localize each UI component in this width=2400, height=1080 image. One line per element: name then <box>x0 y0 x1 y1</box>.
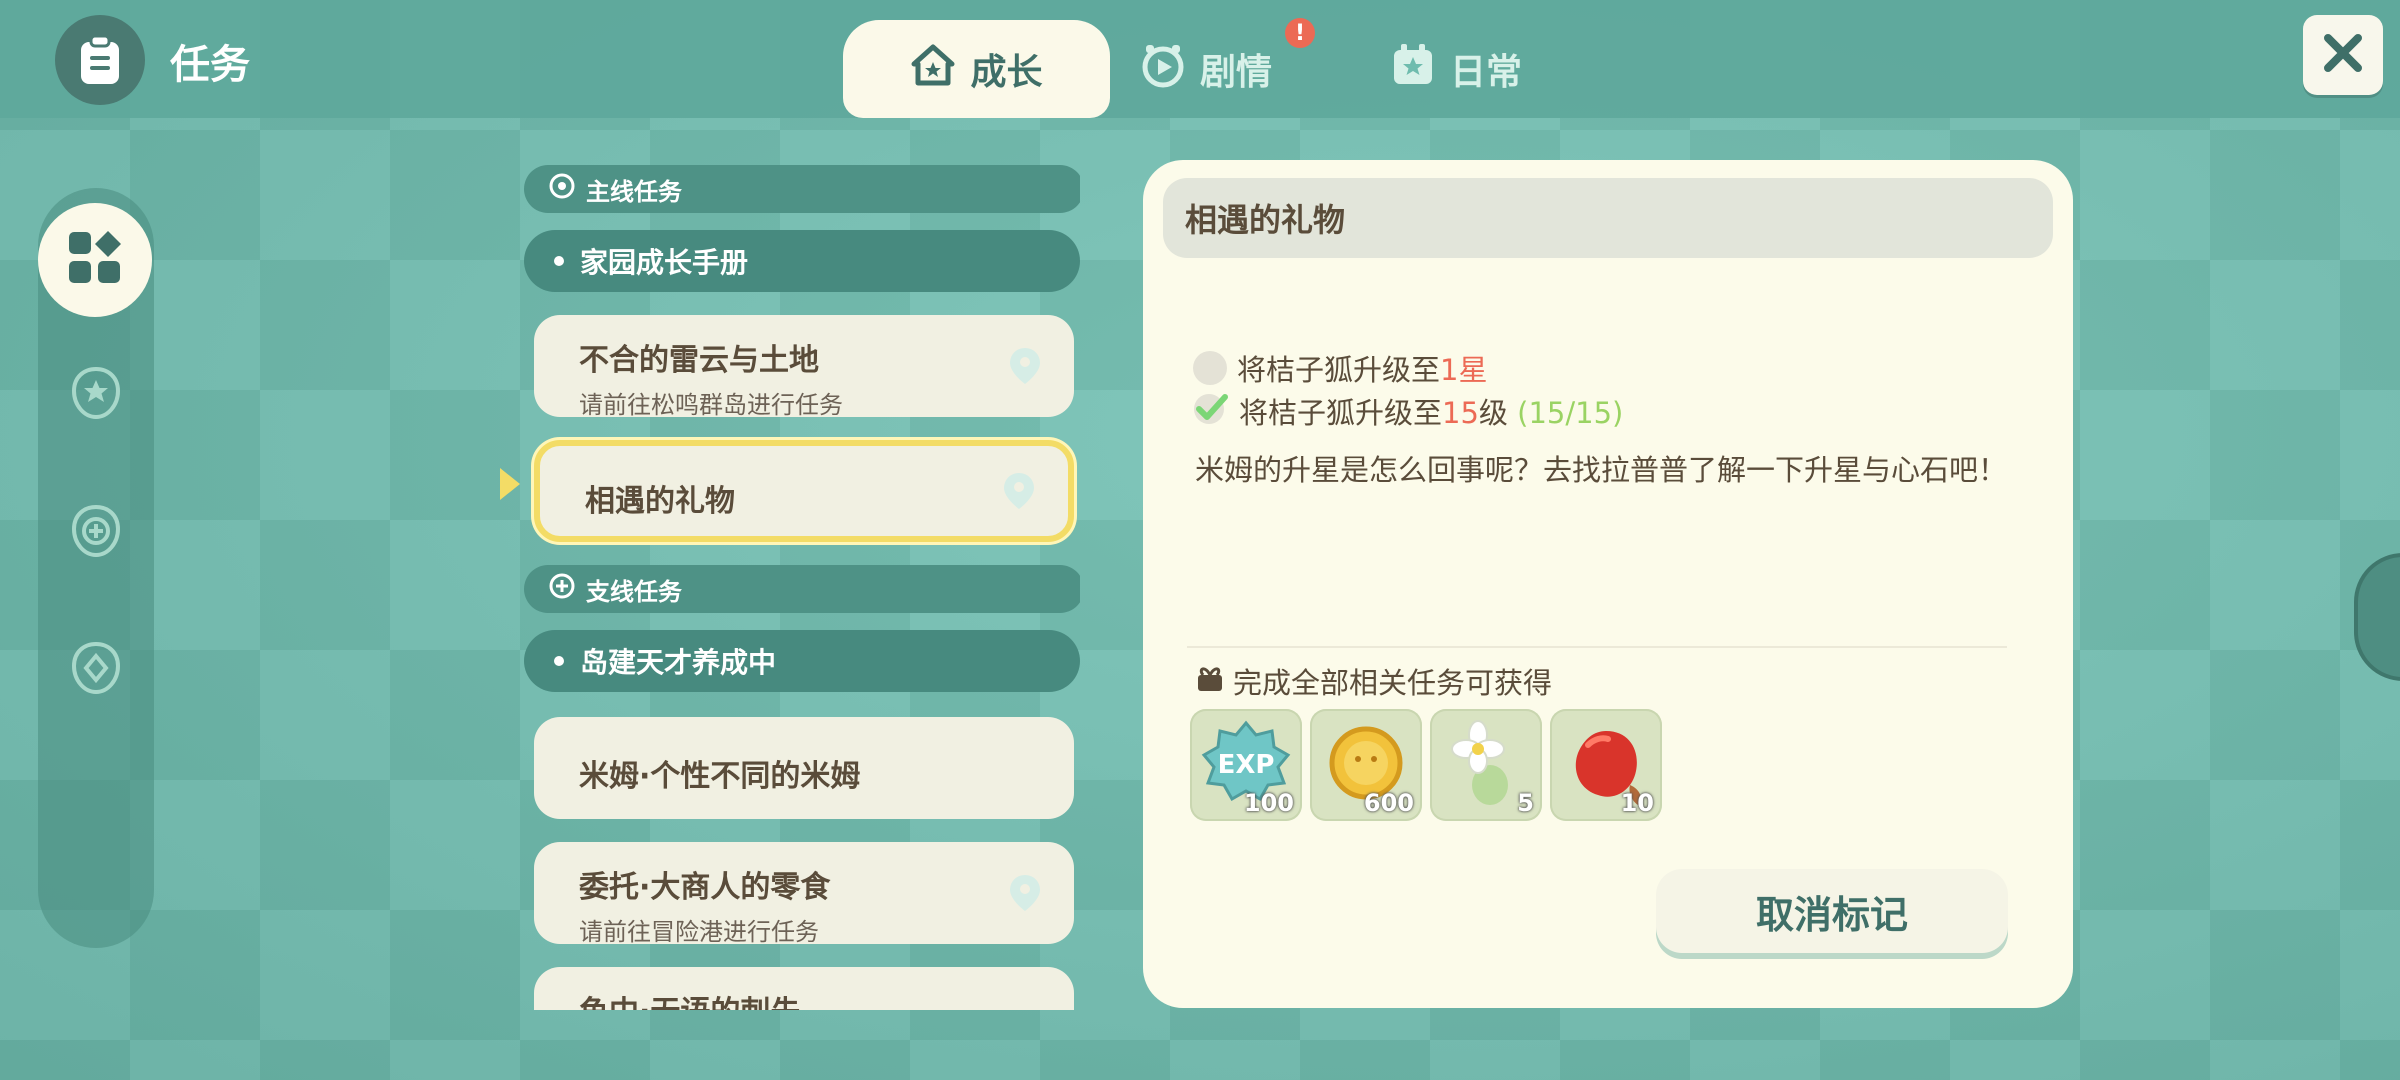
reward-count: 5 <box>1517 789 1534 817</box>
tab-story[interactable]: 剧情 <box>1140 20 1272 118</box>
sidebar-item-diamond[interactable] <box>66 640 126 700</box>
task-card-thunder-land[interactable]: 不合的雷云与土地 请前往松鸣群岛进行任务 <box>534 315 1074 419</box>
tab-daily-label: 日常 <box>1450 52 1523 93</box>
gift-icon <box>1195 663 1225 700</box>
reward-coin[interactable]: 600 <box>1310 709 1422 821</box>
cancel-mark-button[interactable]: 取消标记 <box>1656 869 2008 953</box>
tab-story-label: 剧情 <box>1200 52 1273 93</box>
reward-title-text: 完成全部相关任务可获得 <box>1233 666 1553 700</box>
group-island-genius[interactable]: 岛建天才养成中 <box>524 630 1080 692</box>
group-island-genius-label: 岛建天才养成中 <box>580 646 777 679</box>
task-subtitle: 请前往松鸣群岛进行任务 <box>579 391 843 419</box>
reward-exp[interactable]: EXP 100 <box>1190 709 1302 821</box>
bullet-dot <box>554 656 564 666</box>
task-title: 米姆·个性不同的米姆 <box>579 759 861 794</box>
task-description: 米姆的升星是怎么回事呢？去找拉普普了解一下升星与心石吧！ <box>1195 453 2008 487</box>
reward-flower[interactable]: 5 <box>1430 709 1542 821</box>
location-pin-icon <box>1008 873 1042 913</box>
clipboard-icon <box>55 15 145 105</box>
task-card-encounter-gift[interactable]: 相遇的礼物 <box>534 440 1074 542</box>
group-home-growth[interactable]: 家园成长手册 <box>524 230 1080 292</box>
sidebar-item-star[interactable] <box>66 365 126 425</box>
tab-daily[interactable]: 日常 <box>1390 20 1522 118</box>
task-title: 不合的雷云与土地 <box>579 343 819 378</box>
task-card-mim-personality[interactable]: 米姆·个性不同的米姆 <box>534 717 1074 819</box>
objective-row: 将桔子狐升级至15级 (15/15) <box>1193 390 1623 432</box>
plus-badge-icon <box>68 503 124 563</box>
story-alert-badge: ! <box>1285 18 1315 48</box>
task-title: 委托·大商人的零食 <box>579 870 831 905</box>
objective-row: 将桔子狐升级至1星 <box>1193 347 1487 389</box>
sidebar-item-grid[interactable] <box>38 203 152 317</box>
group-home-growth-label: 家园成长手册 <box>580 246 749 279</box>
grid-icon <box>67 230 123 290</box>
task-card-merchant-snack[interactable]: 委托·大商人的零食 请前往冒险港进行任务 <box>534 842 1074 946</box>
location-pin-icon <box>1002 471 1036 511</box>
objective-text: 将桔子狐升级至 <box>1239 396 1443 430</box>
objective-check-icon <box>1193 391 1229 432</box>
objective-progress: (15/15) <box>1517 396 1624 430</box>
tab-growth-label: 成长 <box>970 52 1043 93</box>
objective-value: 15 <box>1442 396 1479 430</box>
house-icon <box>910 42 956 97</box>
svg-text:EXP: EXP <box>1218 750 1275 780</box>
objective-text: 将桔子狐升级至 <box>1237 353 1441 387</box>
section-side-quests-label: 支线任务 <box>586 577 682 606</box>
reward-title: 完成全部相关任务可获得 <box>1195 660 1552 702</box>
diamond-badge-icon <box>68 640 124 700</box>
reward-count: 100 <box>1243 789 1294 817</box>
section-main-quests-label: 主线任务 <box>586 177 682 206</box>
reward-count: 10 <box>1620 789 1654 817</box>
section-side-quests[interactable]: 支线任务 <box>524 565 1080 613</box>
task-list: 主线任务 家园成长手册 不合的雷云与土地 请前往松鸣群岛进行任务 相遇的礼物 支… <box>520 160 1080 1010</box>
sidebar-item-plus[interactable] <box>66 503 126 563</box>
divider <box>1187 646 2007 648</box>
location-pin-icon <box>1008 346 1042 386</box>
close-icon <box>2320 30 2366 80</box>
calendar-star-icon <box>1390 42 1436 97</box>
task-detail-panel: 相遇的礼物 将桔子狐升级至1星 将桔子狐升级至15级 (15/15) 米姆的升星… <box>1143 160 2073 1008</box>
objective-unchecked-icon <box>1193 351 1227 385</box>
section-main-quests[interactable]: 主线任务 <box>524 165 1080 213</box>
objective-suffix: 级 <box>1478 396 1508 430</box>
film-icon <box>1140 42 1186 97</box>
reward-count: 600 <box>1363 789 1414 817</box>
task-card-fish-partial[interactable]: 鱼中·无语的刺先 <box>534 967 1074 1010</box>
quest-badge-icon <box>548 572 576 606</box>
star-badge-icon <box>68 365 124 425</box>
task-title: 鱼中·无语的刺先 <box>579 987 1074 1010</box>
tab-growth[interactable]: 成长 <box>843 20 1110 118</box>
close-button[interactable] <box>2303 15 2383 95</box>
quest-badge-icon <box>548 172 576 206</box>
task-subtitle: 请前往冒险港进行任务 <box>579 918 819 946</box>
selection-arrow <box>500 468 520 500</box>
reward-fruit[interactable]: 10 <box>1550 709 1662 821</box>
page-title: 任务 <box>170 42 250 88</box>
bullet-dot <box>554 256 564 266</box>
detail-title: 相遇的礼物 <box>1163 178 2053 258</box>
objective-value: 1星 <box>1440 353 1488 387</box>
task-title: 相遇的礼物 <box>585 484 735 519</box>
